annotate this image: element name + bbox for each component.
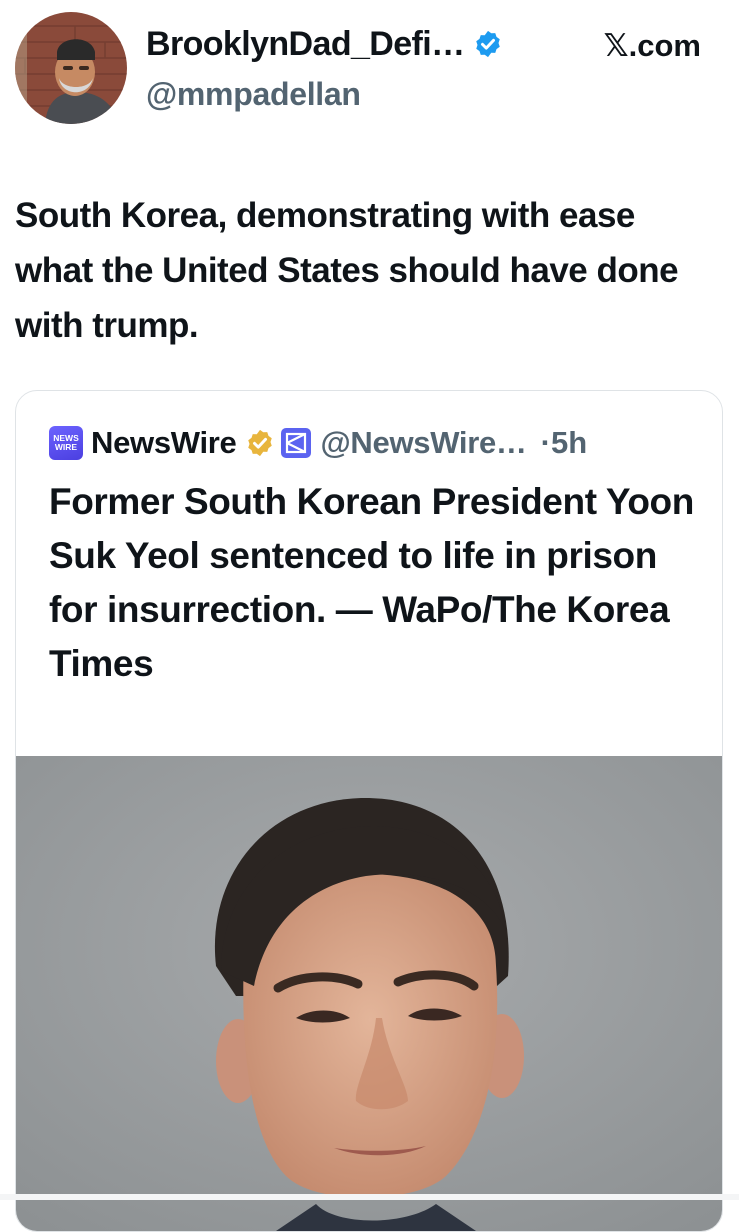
- portrait-photo: [16, 756, 722, 1231]
- bottom-divider: [0, 1194, 739, 1200]
- avatar-image: [15, 12, 127, 124]
- gold-verified-badge-icon: [245, 428, 275, 458]
- quoted-tweet-text: Former South Korean President Yoon Suk Y…: [49, 481, 694, 684]
- author-handle[interactable]: @mmpadellan: [146, 74, 361, 114]
- quoted-tweet-card[interactable]: NEWS WIRE NewsWire @NewsWire… · 5h Forme…: [15, 390, 723, 1232]
- tweet-text: South Korea, demonstrating with ease wha…: [15, 196, 679, 345]
- author-avatar[interactable]: [15, 12, 127, 124]
- quoted-display-name[interactable]: NewsWire: [91, 425, 237, 461]
- header-separator-dot: ·: [540, 425, 551, 460]
- quoted-tweet-header: NEWS WIRE NewsWire @NewsWire… · 5h: [49, 423, 587, 463]
- affiliate-logo-icon[interactable]: [280, 428, 311, 458]
- quoted-tweet-image[interactable]: [16, 756, 722, 1231]
- quoted-timestamp[interactable]: 5h: [551, 425, 587, 461]
- author-display-name-text: BrooklynDad_Defi…: [146, 25, 465, 63]
- x-brand-label: 𝕏.com: [603, 28, 701, 63]
- newswire-logo-icon[interactable]: NEWS WIRE: [49, 426, 83, 460]
- newswire-logo-text-bottom: WIRE: [54, 442, 78, 452]
- verified-badge-icon: [473, 29, 503, 59]
- quoted-handle[interactable]: @NewsWire…: [321, 425, 527, 461]
- author-display-name[interactable]: BrooklynDad_Defi…: [146, 22, 503, 66]
